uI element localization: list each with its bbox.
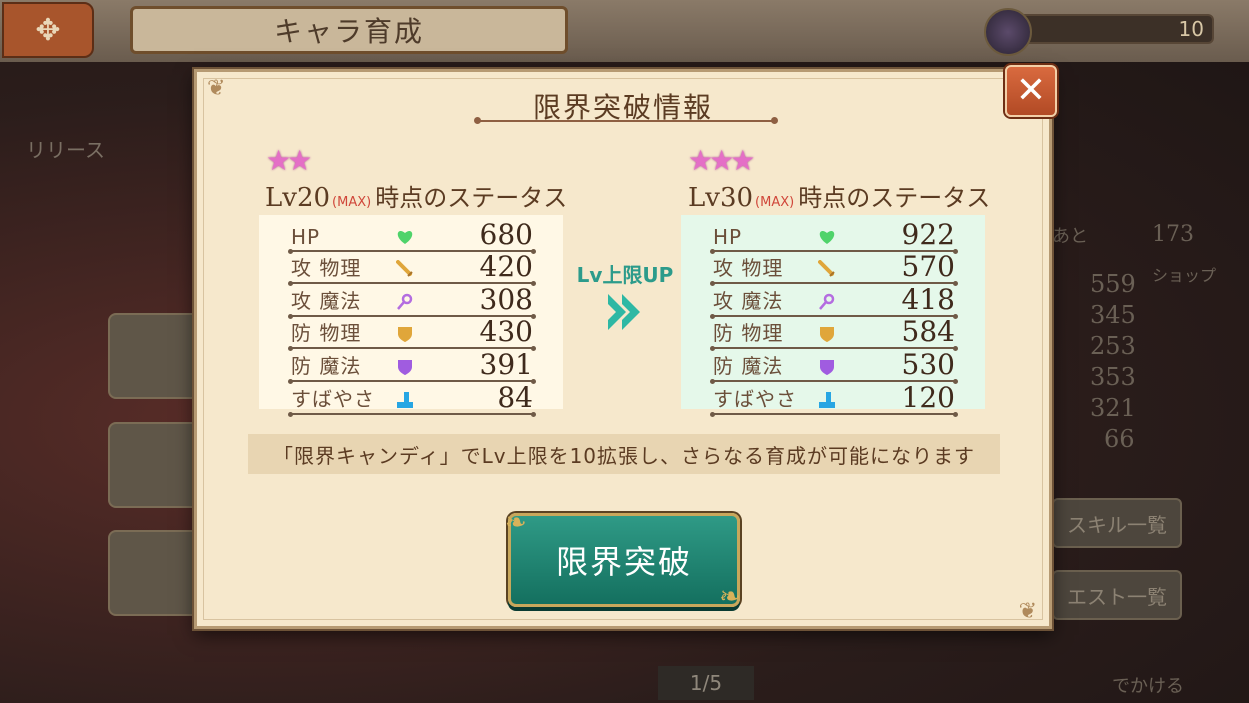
limit-break-button[interactable]: ❧ 限界突破 ❧ bbox=[505, 508, 741, 612]
button-ornament-icon: ❧ bbox=[719, 582, 743, 612]
boot-icon bbox=[395, 390, 415, 410]
sword-icon bbox=[395, 259, 415, 279]
skill-list-button[interactable]: スキル一覧 bbox=[1052, 498, 1182, 548]
shop-label: ショップ bbox=[1152, 266, 1217, 285]
heart-icon bbox=[817, 227, 837, 247]
after-stat-row: 防 魔法 530 bbox=[710, 347, 958, 384]
after-heading-suffix: 時点のステータス bbox=[798, 184, 991, 212]
release-notice: リリース bbox=[26, 138, 105, 162]
before-level: Lv20 bbox=[265, 183, 331, 213]
rarity-stars-before: ★★ bbox=[266, 144, 312, 177]
stat-value: 418 bbox=[901, 282, 955, 316]
before-stat-row: 攻 物理 420 bbox=[288, 250, 536, 286]
bg-menu-panel bbox=[108, 422, 202, 508]
ornament-icon: ✥ bbox=[35, 12, 61, 48]
after-max-tag: (MAX) bbox=[755, 195, 795, 210]
stat-value: 120 bbox=[901, 380, 955, 414]
shield-icon bbox=[817, 324, 837, 344]
heart-icon bbox=[395, 227, 415, 247]
stat-value: 84 bbox=[497, 380, 533, 414]
stat-label: 防 魔法 bbox=[713, 353, 784, 378]
corner-ornament-icon: ❦ bbox=[1018, 599, 1037, 624]
wand-icon bbox=[817, 292, 837, 312]
bg-stat: 253 bbox=[1090, 332, 1136, 360]
stat-label: すばやさ bbox=[713, 386, 797, 411]
level-cap-up-label: Lv上限UP bbox=[576, 263, 674, 287]
stat-label: 攻 物理 bbox=[713, 256, 784, 281]
arrow-right-icon bbox=[608, 294, 640, 330]
close-icon: ✕ bbox=[1015, 70, 1047, 111]
before-stat-row: すばやさ 84 bbox=[288, 380, 536, 417]
after-level-heading: Lv30 (MAX) 時点のステータス bbox=[688, 178, 990, 213]
shield-icon bbox=[395, 324, 415, 344]
remaining-label: あと bbox=[1052, 226, 1088, 247]
stat-label: 防 魔法 bbox=[291, 353, 362, 378]
after-stat-row: すばやさ 120 bbox=[710, 380, 958, 417]
before-max-tag: (MAX) bbox=[332, 195, 372, 210]
rarity-stars-after: ★★★ bbox=[688, 144, 755, 177]
before-stat-row: 攻 魔法 308 bbox=[288, 282, 536, 319]
after-stat-row: 防 物理 584 bbox=[710, 315, 958, 351]
stat-value: 391 bbox=[479, 347, 533, 381]
back-button[interactable]: ✥ bbox=[2, 2, 94, 58]
bg-menu-panel bbox=[108, 313, 202, 399]
after-stat-row: HP 922 bbox=[710, 217, 958, 254]
before-heading-suffix: 時点のステータス bbox=[375, 184, 568, 212]
title-divider bbox=[474, 117, 778, 124]
before-stats-table: HP 680 攻 物理 420 攻 魔法 308 防 物理 430 防 魔法 391 すばやさ 84 bbox=[259, 215, 563, 417]
before-stat-row: 防 魔法 391 bbox=[288, 347, 536, 384]
stat-value: 680 bbox=[479, 217, 533, 251]
after-stat-row: 攻 魔法 418 bbox=[710, 282, 958, 319]
stat-label: 攻 物理 bbox=[291, 256, 362, 281]
bg-stat: 559 bbox=[1090, 270, 1136, 298]
limit-break-button-label: 限界突破 bbox=[555, 543, 692, 581]
stat-label: すばやさ bbox=[291, 386, 375, 411]
bg-menu-panel bbox=[108, 530, 202, 616]
stat-value: 530 bbox=[901, 347, 955, 381]
page-indicator: 1/5 bbox=[658, 666, 754, 700]
quest-list-button[interactable]: エスト一覧 bbox=[1052, 570, 1182, 620]
stat-label: 攻 魔法 bbox=[291, 288, 362, 313]
player-avatar[interactable] bbox=[984, 8, 1032, 56]
go-out-button[interactable]: でかける bbox=[1112, 672, 1184, 698]
before-level-heading: Lv20 (MAX) 時点のステータス bbox=[265, 178, 567, 213]
boot-icon bbox=[817, 390, 837, 410]
before-stat-row: 防 物理 430 bbox=[288, 315, 536, 351]
remaining-value: 173 bbox=[1152, 222, 1194, 247]
after-stat-row: 攻 物理 570 bbox=[710, 250, 958, 286]
bg-stat: 66 bbox=[1104, 425, 1135, 453]
wand-icon bbox=[395, 292, 415, 312]
limit-break-note: 「限界キャンディ」でLv上限を10拡張し、さらなる育成が可能になります bbox=[248, 434, 1000, 474]
stat-label: 防 物理 bbox=[713, 321, 784, 346]
stat-value: 584 bbox=[901, 315, 955, 349]
stat-value: 922 bbox=[901, 217, 955, 251]
screen-title: キャラ育成 bbox=[130, 6, 568, 54]
bg-stat: 321 bbox=[1090, 394, 1136, 422]
stat-value: 308 bbox=[479, 282, 533, 316]
top-bar: ✥ キャラ育成 10 bbox=[0, 0, 1249, 62]
stat-value: 420 bbox=[479, 250, 533, 284]
stat-value: 570 bbox=[901, 250, 955, 284]
before-stat-row: HP 680 bbox=[288, 217, 536, 254]
stat-label: 防 物理 bbox=[291, 321, 362, 346]
button-ornament-icon: ❧ bbox=[505, 508, 529, 538]
magic-shield-icon bbox=[817, 357, 837, 377]
magic-shield-icon bbox=[395, 357, 415, 377]
stat-label: HP bbox=[713, 224, 743, 249]
sword-icon bbox=[817, 259, 837, 279]
after-stats-table: HP 922 攻 物理 570 攻 魔法 418 防 物理 584 防 魔法 530 すばやさ 120 bbox=[681, 215, 985, 417]
stat-value: 430 bbox=[479, 315, 533, 349]
bg-stat: 345 bbox=[1090, 301, 1136, 329]
stat-label: 攻 魔法 bbox=[713, 288, 784, 313]
stat-label: HP bbox=[291, 224, 321, 249]
close-button[interactable]: ✕ bbox=[1005, 65, 1057, 117]
bg-stat: 353 bbox=[1090, 363, 1136, 391]
after-level: Lv30 bbox=[688, 183, 754, 213]
